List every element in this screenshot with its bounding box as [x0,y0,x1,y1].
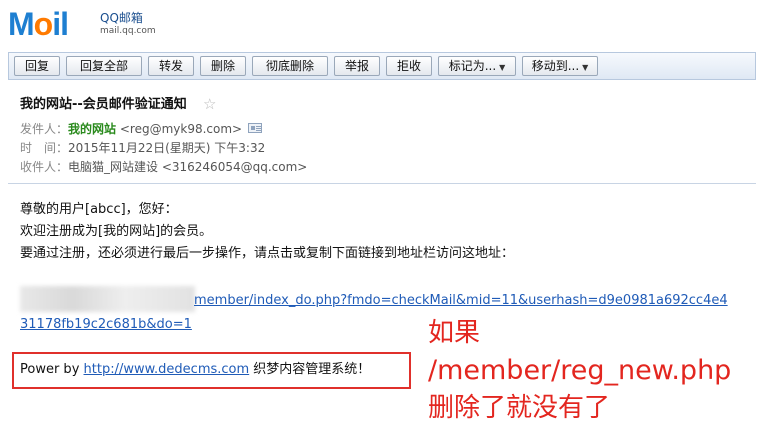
annotation-line1: 如果 [428,318,481,348]
logo-letter-o: o [33,6,54,42]
welcome-text: 欢迎注册成为[我的网站]的会员。 [20,224,213,239]
sender-label: 发件人： [20,122,69,136]
recipient-label: 收件人： [20,160,69,174]
logo-letters-il: il [52,6,69,42]
chevron-down-icon: ▼ [582,63,589,72]
move-to-label: 移动到... [531,59,580,73]
qqmail-logo[interactable]: Moil [8,6,69,42]
dedecms-link[interactable]: http://www.dedecms.com [84,362,250,377]
delete-permanently-button[interactable]: 彻底删除 [252,56,328,76]
sender-row: 发件人：我的网站 <reg@myk98.com> [20,121,242,137]
move-to-dropdown[interactable]: 移动到... ▼ [522,56,598,76]
reject-button[interactable]: 拒收 [386,56,432,76]
verification-link-line2[interactable]: 31178fb19c2c681b&do=1 [20,316,192,334]
blurred-domain [20,286,195,312]
logo-domain: mail.qq.com [100,26,156,36]
annotation-line3: 删除了就没有了 [428,393,611,423]
annotation-line2: /member/reg_new.php [428,355,732,386]
report-button[interactable]: 举报 [334,56,380,76]
logo-bar: Moil QQ邮箱 mail.qq.com [0,0,765,44]
star-icon[interactable]: ☆ [203,95,216,113]
greeting-text: 尊敬的用户[abcc]，您好： [20,202,178,217]
sender-email: <reg@myk98.com> [119,122,243,136]
mail-toolbar: 回复 回复全部 转发 删除 彻底删除 举报 拒收 标记为... ▼ 移动到... ▼ [8,52,756,80]
time-label: 时 间： [20,141,69,155]
email-subject: 我的网站--会员邮件验证通知 [20,97,187,112]
power-suffix: 织梦内容管理系统！ [249,362,371,377]
mark-as-label: 标记为... [448,59,497,73]
chevron-down-icon: ▼ [499,63,506,72]
reply-all-button[interactable]: 回复全部 [66,56,142,76]
forward-button[interactable]: 转发 [148,56,194,76]
delete-button[interactable]: 删除 [200,56,246,76]
recipient-row: 收件人：电脑猫_网站建设 <316246054@qq.com> [20,159,307,175]
time-value: 2015年11月22日(星期天) 下午3:32 [68,141,266,155]
sender-name[interactable]: 我的网站 [68,122,116,136]
power-prefix: Power by [20,362,84,377]
instruction-text: 要通过注册，还必须进行最后一步操作，请点击或复制下面链接到地址栏访问这地址： [20,246,515,261]
mark-as-dropdown[interactable]: 标记为... ▼ [438,56,516,76]
power-by-footer: Power by http://www.dedecms.com 织梦内容管理系统… [20,361,370,379]
logo-letter-m: M [8,6,35,42]
time-row: 时 间：2015年11月22日(星期天) 下午3:32 [20,140,265,156]
reply-button[interactable]: 回复 [14,56,60,76]
logo-subtitle: QQ邮箱 [100,11,143,25]
contact-card-icon[interactable] [248,123,262,133]
recipient-value[interactable]: 电脑猫_网站建设 <316246054@qq.com> [68,160,307,174]
verification-link-line1[interactable]: member/index_do.php?fmdo=checkMail&mid=1… [194,292,728,310]
header-divider [8,183,756,184]
